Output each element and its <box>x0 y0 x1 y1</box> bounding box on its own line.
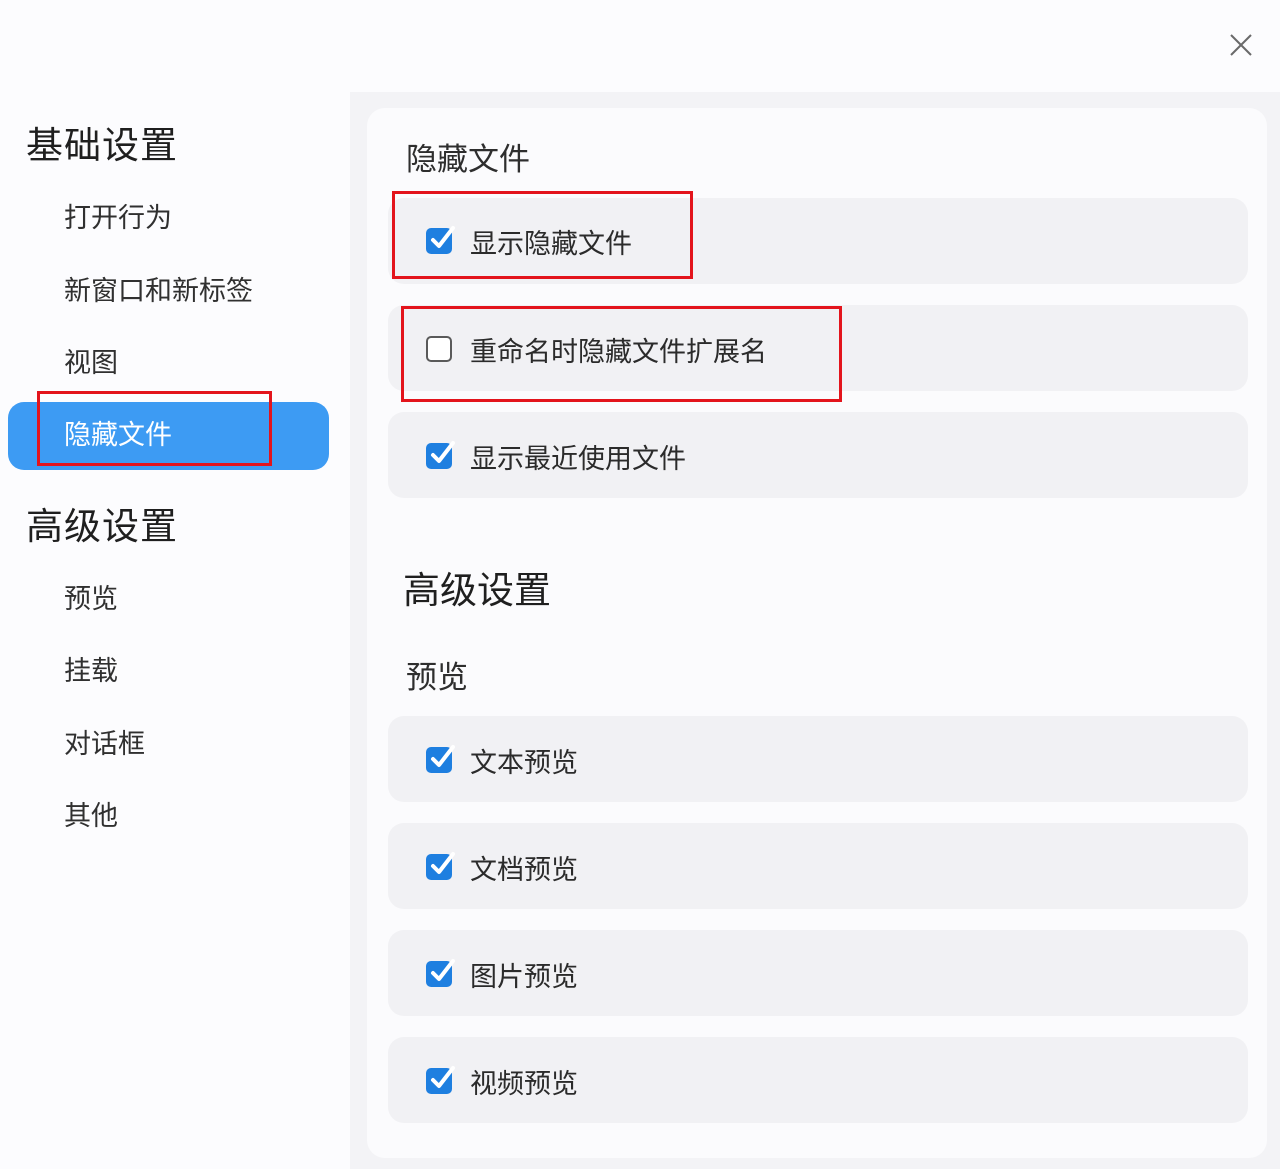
sidebar-item-hidden-files[interactable]: 隐藏文件 <box>8 402 329 470</box>
sidebar-item-open-behavior[interactable]: 打开行为 <box>8 185 329 253</box>
option-label: 显示隐藏文件 <box>470 228 632 260</box>
option-hide-extension-on-rename[interactable]: 重命名时隐藏文件扩展名 <box>426 333 767 368</box>
option-text-preview[interactable]: 文本预览 <box>426 744 578 779</box>
option-show-recent-files[interactable]: 显示最近使用文件 <box>426 440 686 475</box>
checkmark-icon <box>431 745 455 767</box>
section-title-advanced: 高级设置 <box>403 569 551 612</box>
checkmark-icon <box>431 226 455 248</box>
option-label: 文档预览 <box>470 854 578 886</box>
checkmark-icon <box>431 441 455 463</box>
checkbox-text-preview[interactable] <box>426 745 455 773</box>
checkbox-video-preview[interactable] <box>426 1066 455 1094</box>
checkbox-show-hidden-files[interactable] <box>426 226 455 254</box>
checkbox-show-recent-files[interactable] <box>426 441 455 469</box>
checkbox-document-preview[interactable] <box>426 852 455 880</box>
sidebar-item-mount[interactable]: 挂载 <box>8 638 329 706</box>
sidebar-group-title-basic: 基础设置 <box>26 124 178 167</box>
sidebar-item-new-window-tab[interactable]: 新窗口和新标签 <box>8 258 329 326</box>
checkbox-hide-extension-on-rename[interactable] <box>426 336 452 362</box>
option-video-preview[interactable]: 视频预览 <box>426 1065 578 1100</box>
option-document-preview[interactable]: 文档预览 <box>426 851 578 886</box>
checkmark-icon <box>431 852 455 874</box>
option-label: 视频预览 <box>470 1068 578 1100</box>
sidebar-item-other[interactable]: 其他 <box>8 783 329 851</box>
checkmark-icon <box>431 1066 455 1088</box>
close-button[interactable] <box>1218 22 1264 68</box>
sidebar-item-dialog[interactable]: 对话框 <box>8 711 329 779</box>
section-label-hidden-files: 隐藏文件 <box>406 142 530 178</box>
option-show-hidden-files[interactable]: 显示隐藏文件 <box>426 225 632 260</box>
sidebar-group-title-advanced: 高级设置 <box>26 505 178 548</box>
checkmark-icon <box>431 959 455 981</box>
section-label-preview: 预览 <box>406 660 468 696</box>
option-label: 文本预览 <box>470 747 578 779</box>
settings-sidebar: 基础设置 打开行为 新窗口和新标签 视图 隐藏文件 高级设置 预览 挂载 对话框… <box>0 0 345 1169</box>
option-label: 重命名时隐藏文件扩展名 <box>470 336 767 368</box>
sidebar-item-view[interactable]: 视图 <box>8 330 329 398</box>
checkbox-image-preview[interactable] <box>426 959 455 987</box>
sidebar-item-preview[interactable]: 预览 <box>8 566 329 634</box>
option-label: 图片预览 <box>470 961 578 993</box>
option-image-preview[interactable]: 图片预览 <box>426 958 578 993</box>
option-label: 显示最近使用文件 <box>470 443 686 475</box>
close-icon <box>1230 34 1252 56</box>
